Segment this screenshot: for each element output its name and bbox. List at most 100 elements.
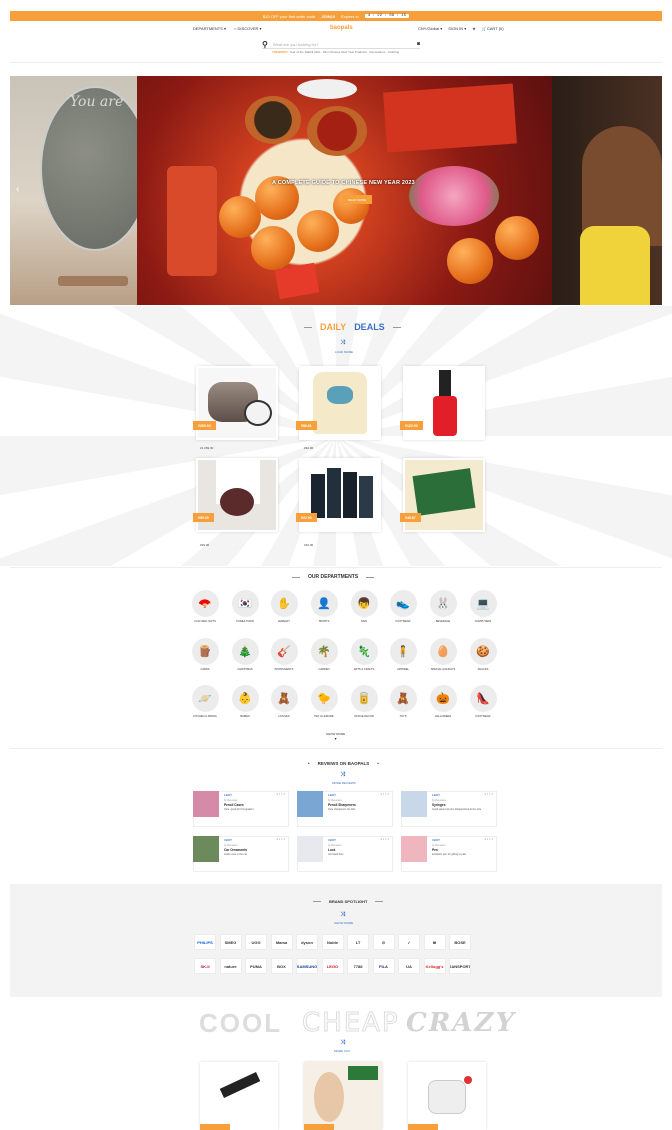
review-card[interactable]: I BUY by Reviewer Lock Unit itself love ♥ 1 … — [297, 836, 393, 872]
brand-logo[interactable]: SAMSUNG — [296, 958, 318, 974]
brand-logo[interactable]: FILA — [372, 958, 395, 974]
department-item[interactable]: 🎄 Christmas — [228, 638, 262, 671]
review-buy-label[interactable]: I BUY — [432, 793, 440, 797]
brand-logo[interactable]: LT — [347, 934, 369, 950]
search-icon[interactable]: ⚲ — [262, 40, 268, 49]
brand-logo[interactable]: ⊙ — [372, 934, 395, 950]
department-item[interactable]: 👦 Skin — [347, 590, 381, 623]
hero-slide-next[interactable] — [552, 76, 662, 305]
review-product-title[interactable]: Car Ornaments — [224, 848, 247, 852]
department-item[interactable]: 💻 Computers — [466, 590, 500, 623]
review-buy-label[interactable]: I BUY — [328, 838, 336, 842]
department-item[interactable]: 🎃 Halloween — [426, 685, 460, 718]
review-card[interactable]: I BUY by Reviewer Car Ornaments Looks cute … — [193, 836, 289, 872]
camera-icon[interactable]: ◙ — [417, 41, 420, 47]
hero-slide-current[interactable] — [137, 76, 552, 305]
department-item[interactable]: 🌴 Garden — [307, 638, 341, 671]
department-item[interactable]: 🪭 Cultural Gifts — [188, 590, 222, 623]
search-bar[interactable]: ⚲ What are you looking for? ◙ — [262, 40, 420, 49]
brand-logo[interactable]: PHILIPS — [194, 934, 216, 950]
department-item[interactable]: 🐰 Beverage — [426, 590, 460, 623]
brand-logo[interactable]: Noble — [321, 934, 344, 950]
star-icon[interactable]: ★ — [472, 26, 476, 31]
brand-logo[interactable]: SMEG — [219, 934, 242, 950]
deal-card[interactable]: ¥122.00 — [400, 366, 485, 440]
brand-logo[interactable]: SK-II — [194, 958, 216, 974]
hero-carousel[interactable]: You are A COMPLETE GUIDE TO CHINESE NEW … — [10, 76, 662, 305]
brand-logo[interactable]: BOSE — [449, 934, 471, 950]
department-item[interactable]: 🍪 Snacks — [466, 638, 500, 671]
carousel-prev-icon[interactable]: ‹ — [16, 184, 19, 195]
review-buy-label[interactable]: I BUY — [328, 793, 336, 797]
more-ccc-link[interactable]: MORE CCC — [334, 1049, 350, 1053]
deal-card[interactable]: ¥99.00 — [193, 458, 278, 532]
brand-logo[interactable]: UA — [398, 958, 420, 974]
department-item[interactable]: 🥚 Special Holidays — [426, 638, 460, 671]
brand-logo[interactable]: PUMA — [245, 958, 267, 974]
departments-menu[interactable]: DEPARTMENTS ▾ — [193, 26, 226, 31]
ccc-card[interactable] — [408, 1062, 486, 1130]
deal-card[interactable]: ¥22.90 — [296, 458, 381, 532]
shuffle-icon[interactable]: ⤨ — [340, 340, 345, 347]
review-product-title[interactable]: Lock — [328, 848, 335, 852]
shuffle-icon[interactable]: ⤨ — [340, 772, 345, 779]
review-card[interactable]: I BUY by Reviewer Syringes Good value but p… — [401, 791, 497, 827]
load-more-link[interactable]: LOAD MORE — [335, 350, 353, 354]
brand-show-more-link[interactable]: SHOW MORE — [334, 921, 353, 925]
promo-bar[interactable]: $10 OFF your first order code JOIN10 Exp… — [10, 11, 662, 21]
brand-logo[interactable]: BOX — [270, 958, 293, 974]
brand-logo[interactable]: ☠ — [423, 934, 446, 950]
brand-logo[interactable]: dyson — [296, 934, 318, 950]
review-buy-label[interactable]: I BUY — [432, 838, 440, 842]
cart-link[interactable]: 🛒CART (0) — [482, 26, 504, 31]
department-item[interactable]: 🥫 Office Decor — [347, 685, 381, 718]
baopals-logo[interactable]: baopals — [330, 25, 353, 31]
review-card[interactable]: I BUY by Reviewer Pencil Sharpeners Cute sh… — [297, 791, 393, 827]
hero-read-more-button[interactable]: READ MORE — [342, 195, 372, 204]
department-item[interactable]: 🐤 Pet & Leisure — [307, 685, 341, 718]
currency-select[interactable]: CNY/Global ▾ — [418, 26, 442, 31]
department-item[interactable]: 🪵 Cards — [188, 638, 222, 671]
department-item[interactable]: 👟 Footwear — [386, 590, 420, 623]
ccc-card[interactable] — [200, 1062, 278, 1130]
more-reviews-link[interactable]: MORE REVIEWS — [332, 781, 356, 785]
review-product-title[interactable]: Pen — [432, 848, 438, 852]
review-buy-label[interactable]: I BUY — [224, 838, 232, 842]
department-item[interactable]: 👶 Babies — [228, 685, 262, 718]
shuffle-icon[interactable]: ⤨ — [340, 912, 345, 919]
department-item[interactable]: 🧸 Toys — [386, 685, 420, 718]
discover-menu[interactable]: ⌂ DISCOVER ▾ — [234, 26, 262, 31]
department-item[interactable]: 🧸 Houses — [267, 685, 301, 718]
show-more-departments[interactable]: SHOW MORE ▾ — [326, 732, 345, 741]
review-product-title[interactable]: Syringes — [432, 803, 445, 807]
signin-link[interactable]: SIGN IN ▾ — [448, 26, 466, 31]
department-item[interactable]: 🧍 Apparel — [386, 638, 420, 671]
brand-logo[interactable]: UGG — [245, 934, 267, 950]
department-item[interactable]: 🪐 Kitchen & Dining — [188, 685, 222, 718]
department-item[interactable]: 🦎 Arts & Crafts — [347, 638, 381, 671]
deal-card[interactable]: ¥359.54 — [193, 366, 278, 440]
brand-logo[interactable]: ✓ — [398, 934, 420, 950]
brand-logo[interactable]: 7788 — [347, 958, 369, 974]
department-item[interactable]: 🎸 Instruments — [267, 638, 301, 671]
shuffle-icon[interactable]: ⤨ — [340, 1040, 345, 1047]
review-buy-label[interactable]: I BUY — [224, 793, 232, 797]
department-item[interactable]: 👤 Sports — [307, 590, 341, 623]
review-card[interactable]: I BUY by Reviewer Pen Fantastic pen for gif… — [401, 836, 497, 872]
brand-logo[interactable]: JANSPORT — [449, 958, 471, 974]
brand-logo[interactable]: Mama — [270, 934, 293, 950]
ccc-card[interactable] — [304, 1062, 382, 1130]
search-input[interactable]: What are you looking for? — [273, 42, 319, 47]
department-item[interactable]: ✋ Jewelry — [267, 590, 301, 623]
review-product-title[interactable]: Pencil Sharpeners — [328, 803, 356, 807]
brand-logo[interactable]: nature — [219, 958, 242, 974]
department-item[interactable]: 👠 Footwear — [466, 685, 500, 718]
department-item[interactable]: 🇰🇷 Korea Town — [228, 590, 262, 623]
brand-logo[interactable]: LEGO — [321, 958, 344, 974]
deal-card[interactable]: ¥45.87 — [400, 458, 485, 532]
brand-logo[interactable]: Kellogg's — [423, 958, 446, 974]
deal-card[interactable]: ¥88.81 — [296, 366, 381, 440]
hero-slide-previous[interactable]: You are — [10, 76, 150, 305]
review-product-title[interactable]: Pencil Cases — [224, 803, 244, 807]
review-card[interactable]: I BUY by Reviewer Pencil Cases Cute, good f… — [193, 791, 289, 827]
